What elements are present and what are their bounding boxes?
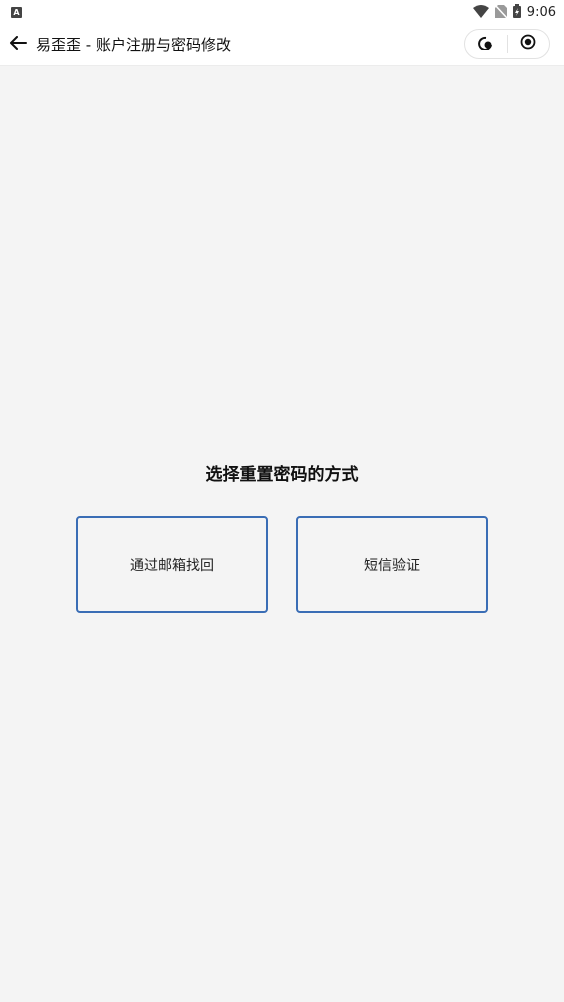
battery-charging-icon	[512, 3, 521, 22]
wifi-icon	[472, 3, 489, 22]
navigation-bar: 易歪歪 - 账户注册与密码修改	[0, 24, 564, 66]
status-time: 9:06	[526, 4, 556, 20]
close-button[interactable]	[508, 30, 550, 58]
mini-program-capsule	[464, 29, 550, 59]
no-sim-icon	[494, 3, 508, 22]
notification-app-icon: A	[11, 6, 22, 18]
arrow-left-icon	[9, 35, 27, 54]
back-button[interactable]	[0, 24, 36, 66]
email-recovery-button[interactable]: 通过邮箱找回	[76, 516, 268, 613]
page-title: 易歪歪 - 账户注册与密码修改	[36, 36, 231, 54]
sms-verification-button[interactable]: 短信验证	[296, 516, 488, 613]
more-button[interactable]	[465, 30, 507, 58]
main-content: 选择重置密码的方式 通过邮箱找回 短信验证	[0, 66, 564, 1002]
status-bar: A 9:06	[0, 0, 564, 24]
close-target-icon	[520, 34, 536, 54]
reset-method-heading: 选择重置密码的方式	[205, 465, 359, 485]
more-dots-icon	[477, 35, 495, 54]
